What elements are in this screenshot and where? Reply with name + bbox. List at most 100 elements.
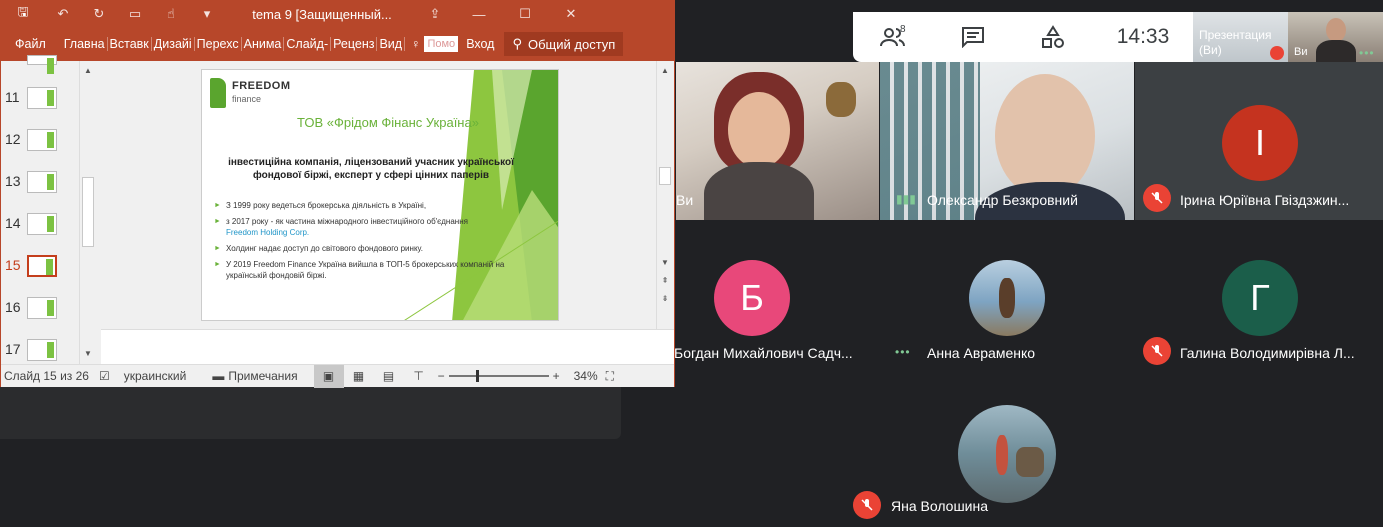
- close-icon[interactable]: ✕: [553, 6, 589, 22]
- scroll-up-icon[interactable]: ▲: [80, 63, 96, 79]
- bullet: з 2017 року - як частина міжнародного ін…: [212, 216, 532, 238]
- tile-name: Ірина Юріївна Гвіздзжин...: [1180, 192, 1350, 208]
- maximize-icon[interactable]: ☐: [507, 6, 543, 22]
- tile-iryna[interactable]: І Ірина Юріївна Гвіздзжин...: [1135, 62, 1383, 220]
- login-link[interactable]: Вход: [466, 37, 494, 51]
- scroll-down-icon[interactable]: ▼: [80, 346, 96, 362]
- mic-off-icon: [1143, 337, 1171, 365]
- fit-slide-icon[interactable]: ⛶: [606, 369, 614, 384]
- notes-pane[interactable]: [101, 329, 674, 364]
- tab-slideshow[interactable]: Слайд-: [284, 37, 332, 51]
- tile-name: Яна Волошина: [891, 498, 989, 514]
- undo-icon[interactable]: ↶: [45, 6, 81, 22]
- thumbnail-partial[interactable]: [1, 55, 79, 83]
- slide-thumbnail: [27, 129, 57, 151]
- next-slide-icon[interactable]: ⇟: [657, 291, 673, 307]
- slide-thumbnail: [27, 339, 57, 361]
- freedom-logo-icon: [210, 78, 226, 108]
- tab-insert[interactable]: Вставк: [108, 37, 152, 51]
- scroll-down-icon[interactable]: ▼: [657, 255, 673, 271]
- tile-oleksandr[interactable]: ▮▮▮ Олександр Безкровний: [880, 62, 1134, 220]
- tell-me-search[interactable]: Помо: [424, 36, 459, 52]
- body: [704, 162, 814, 220]
- thumbnail-17[interactable]: 17: [1, 337, 79, 365]
- tab-animations[interactable]: Анима: [242, 37, 285, 51]
- tile-self-video[interactable]: Ви: [676, 62, 879, 220]
- avatar: Г: [1222, 260, 1298, 336]
- thumbnail-12[interactable]: 12: [1, 127, 79, 155]
- avatar: Б: [714, 260, 790, 336]
- tile-halyna[interactable]: Г Галина Володимирівна Л...: [1135, 220, 1383, 373]
- save-icon[interactable]: 🖫: [1, 3, 45, 25]
- thumbnail-14[interactable]: 14: [1, 211, 79, 239]
- tab-view[interactable]: Вид: [377, 37, 406, 51]
- shapes-icon: [1042, 25, 1064, 48]
- tile-name: Ви: [676, 192, 694, 208]
- present-icon[interactable]: ▭: [117, 6, 153, 22]
- zoom-in-icon[interactable]: +: [553, 369, 560, 383]
- thumb-number-selected: 15: [5, 257, 21, 273]
- tab-review[interactable]: Реценз: [331, 37, 378, 51]
- person-icon: ⚲: [512, 36, 522, 51]
- reading-view-icon[interactable]: ▤: [374, 365, 404, 388]
- ribbon-tabs: Файл Главна Вставк Дизайі Перехс Анима С…: [1, 27, 674, 61]
- powerpoint-window: 🖫 ↶ ↻ ▭ ☝ ▾ tema 9 [Защищенный... ⇪ — ☐ …: [0, 0, 675, 388]
- ribbon-display-icon[interactable]: ⇪: [417, 6, 453, 22]
- redo-icon[interactable]: ↻: [81, 6, 117, 22]
- self-name: Ви: [1294, 46, 1308, 58]
- slide-thumbnail-selected: [27, 255, 57, 277]
- more-icon[interactable]: •••: [1359, 46, 1375, 60]
- zoom-knob[interactable]: [475, 370, 479, 382]
- tab-transitions[interactable]: Перехс: [195, 37, 242, 51]
- thumbnail-15[interactable]: 15: [1, 253, 79, 281]
- minimize-icon[interactable]: —: [461, 7, 497, 22]
- tile-yana[interactable]: Яна Волошина: [845, 373, 1169, 527]
- notes-button[interactable]: Примечания: [228, 369, 297, 383]
- window-title: tema 9 [Защищенный...: [252, 6, 392, 22]
- share-button[interactable]: ⚲ Общий доступ: [504, 32, 624, 56]
- tile-anna[interactable]: ••• Анна Авраменко: [880, 220, 1134, 373]
- activities-button[interactable]: [1013, 12, 1093, 62]
- lightbulb-icon: ♀: [411, 37, 421, 51]
- background-panel: [0, 387, 621, 439]
- title-bar: 🖫 ↶ ↻ ▭ ☝ ▾ tema 9 [Защищенный... ⇪ — ☐ …: [1, 1, 674, 27]
- chat-button[interactable]: [933, 12, 1013, 62]
- language-indicator[interactable]: украинский: [124, 369, 187, 383]
- participants-button[interactable]: 8: [853, 12, 933, 62]
- thumbnail-11[interactable]: 11: [1, 85, 79, 113]
- thumbnail-13[interactable]: 13: [1, 169, 79, 197]
- slide-sorter-icon[interactable]: ▦: [344, 365, 374, 388]
- tab-design[interactable]: Дизайі: [152, 37, 195, 51]
- tab-file[interactable]: Файл: [1, 37, 62, 51]
- zoom-out-icon[interactable]: −: [438, 369, 445, 383]
- slide-thumbnail: [27, 171, 57, 193]
- thumb-number: 14: [5, 215, 21, 231]
- zoom-slider[interactable]: [448, 370, 549, 382]
- slide-title: ТОВ «Фрідом Фінанс Україна»: [297, 115, 479, 130]
- normal-view-icon[interactable]: ▣: [313, 364, 344, 388]
- scroll-thumb[interactable]: [659, 167, 671, 185]
- current-slide[interactable]: FREEDOM finance ТОВ «Фрідом Фінанс Украї…: [201, 69, 559, 321]
- tab-home[interactable]: Главна: [62, 37, 108, 51]
- zoom-level[interactable]: 34%: [574, 369, 598, 383]
- thumb-number: 11: [5, 89, 20, 105]
- spellcheck-icon[interactable]: ☑: [99, 369, 110, 383]
- bullet-link[interactable]: Freedom Holding Corp.: [226, 228, 309, 237]
- logo-subtext: finance: [232, 94, 262, 104]
- avatar-photo: [969, 260, 1045, 336]
- slideshow-view-icon[interactable]: ⊤: [404, 365, 434, 388]
- customize-icon[interactable]: ▾: [189, 6, 225, 22]
- touch-icon[interactable]: ☝: [153, 6, 189, 22]
- thumbnail-scrollbar[interactable]: ▲ ▼: [79, 61, 96, 364]
- self-tile-title: Презентация (Ви): [1199, 28, 1272, 58]
- scroll-thumb[interactable]: [82, 177, 94, 247]
- scroll-up-icon[interactable]: ▲: [657, 63, 673, 79]
- thumbnail-16[interactable]: 16: [1, 295, 79, 323]
- slide-canvas: FREEDOM finance ТОВ «Фрідом Фінанс Украї…: [101, 61, 657, 364]
- prev-slide-icon[interactable]: ⇞: [657, 273, 673, 289]
- thumbnail-pane: 11 12 13 14 15 16 17 ▲ ▼: [1, 55, 97, 365]
- mic-off-icon: [853, 491, 881, 519]
- notes-icon: ▬: [212, 369, 225, 383]
- slide-scrollbar[interactable]: ▲ ▼ ⇞ ⇟: [656, 61, 673, 329]
- self-presentation-tile[interactable]: Презентация (Ви) Ви •••: [1193, 12, 1383, 62]
